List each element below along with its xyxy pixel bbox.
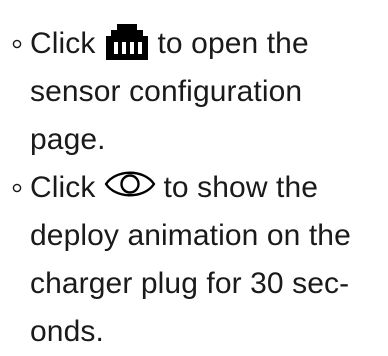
item-line: charger plug for 30 sec- xyxy=(30,267,350,300)
item-line: deploy animation on the xyxy=(30,219,351,252)
item-line: Click to open the xyxy=(30,20,388,68)
list-item: Click to show the deploy animation on th… xyxy=(0,164,388,356)
item-line: Click to show the xyxy=(30,164,388,212)
click-text: Click xyxy=(30,27,96,60)
bullet-icon xyxy=(12,183,22,193)
list-item: Click to open the sensor configuration p… xyxy=(0,20,388,164)
item-line: sensor configuration xyxy=(30,75,303,108)
item-text: to show the xyxy=(163,171,319,204)
item-text: to open the xyxy=(157,27,309,60)
item-line: onds. xyxy=(30,315,104,348)
eye-icon xyxy=(104,166,156,202)
item-line: page. xyxy=(30,123,106,156)
bullet-icon xyxy=(12,39,22,49)
click-text: Click xyxy=(30,171,96,204)
instruction-list: Click to open the sensor configuration p… xyxy=(0,0,388,356)
ethernet-port-icon xyxy=(104,22,150,62)
